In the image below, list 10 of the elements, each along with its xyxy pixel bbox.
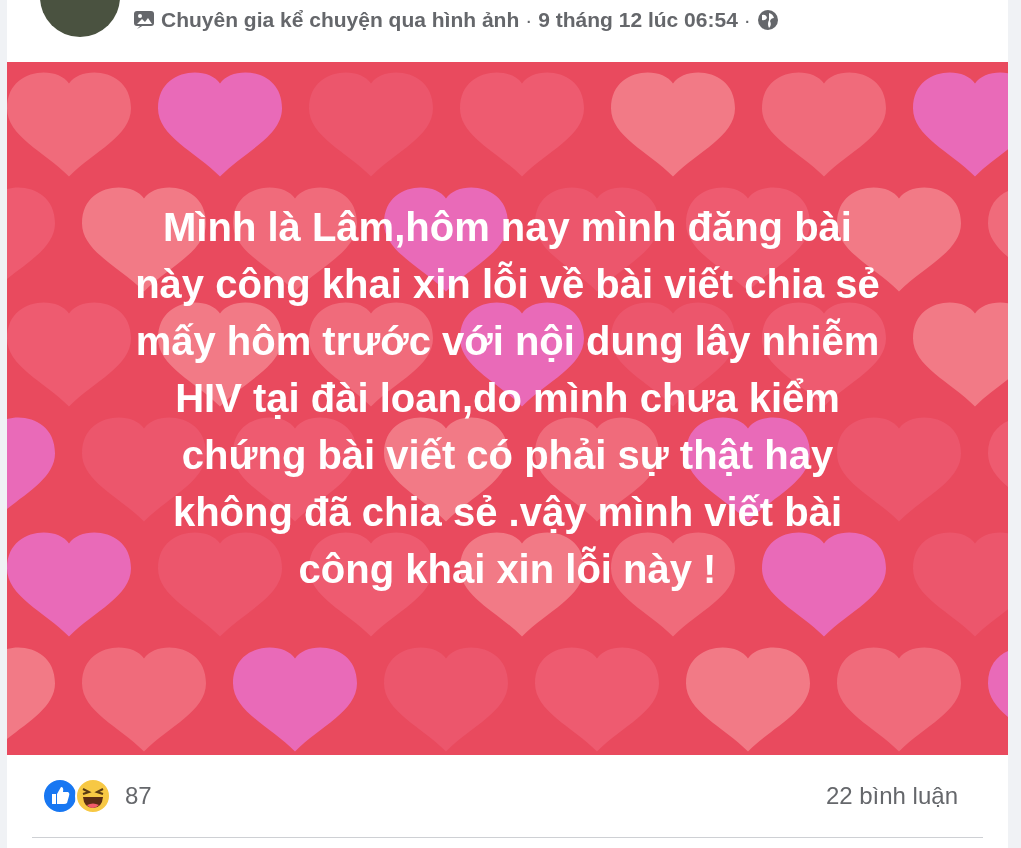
like-icon[interactable] bbox=[42, 778, 78, 814]
comment-count[interactable]: 22 bình luận bbox=[825, 778, 958, 814]
globe-icon bbox=[756, 8, 779, 31]
reaction-count[interactable]: 87 bbox=[125, 778, 152, 814]
post-time[interactable]: 9 tháng 12 lúc 06:54 bbox=[538, 4, 738, 36]
photo-icon bbox=[133, 9, 155, 30]
separator: · bbox=[525, 7, 533, 33]
author-status: Chuyên gia kể chuyện qua hình ảnh bbox=[161, 7, 520, 33]
laughing-emoji-icon[interactable] bbox=[75, 778, 111, 814]
separator: · bbox=[743, 7, 751, 33]
